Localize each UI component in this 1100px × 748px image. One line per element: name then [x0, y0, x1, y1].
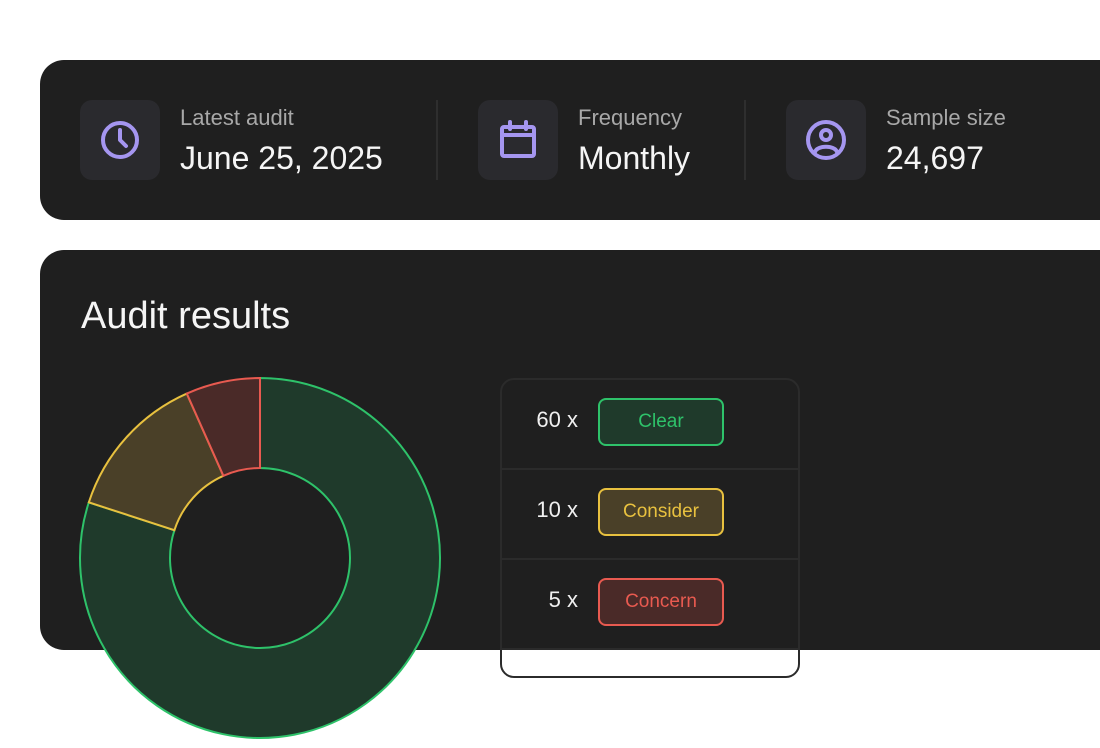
- calendar-icon: [500, 120, 536, 158]
- stat-label: Frequency: [578, 105, 682, 130]
- clear-badge: Clear: [598, 398, 724, 446]
- legend-count: 60 x: [536, 407, 578, 432]
- stat-value: Monthly: [578, 140, 691, 176]
- stat-label: Sample size: [886, 105, 1006, 130]
- user-circle-icon: [806, 120, 846, 160]
- legend-row-clear: 60 x Clear: [502, 380, 798, 470]
- stat-label: Latest audit: [180, 105, 294, 130]
- results-donut-chart: [79, 376, 441, 739]
- legend-count: 5 x: [548, 587, 578, 612]
- legend-row-consider: 10 x Consider: [502, 470, 798, 560]
- stat-value: 24,697: [886, 140, 984, 176]
- stat-divider: [744, 100, 746, 180]
- clock-icon-box: [80, 100, 160, 180]
- stat-value: June 25, 2025: [180, 140, 383, 176]
- stat-divider: [436, 100, 438, 180]
- results-title: Audit results: [81, 295, 291, 337]
- consider-badge: Consider: [598, 488, 724, 536]
- user-circle-icon-box: [786, 100, 866, 180]
- calendar-icon-box: [478, 100, 558, 180]
- audit-results-card: Audit results 60 x Clear 10 x Consider 5…: [40, 250, 1100, 739]
- legend-row-concern: 5 x Concern: [502, 560, 798, 650]
- results-legend: 60 x Clear 10 x Consider 5 x Concern: [500, 378, 800, 678]
- audit-stats-card: Latest audit June 25, 2025 Frequency Mon…: [40, 60, 1100, 220]
- legend-count: 10 x: [536, 497, 578, 522]
- concern-badge: Concern: [598, 578, 724, 626]
- clock-icon: [101, 121, 139, 159]
